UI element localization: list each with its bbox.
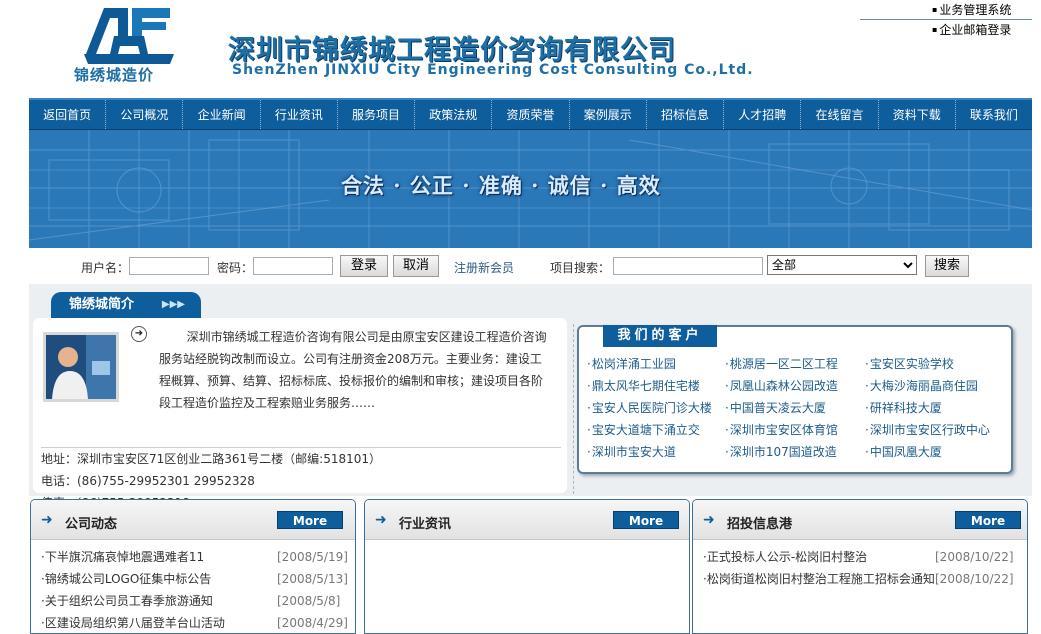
arrow-right-icon[interactable]: ➜ (131, 326, 147, 342)
client-item[interactable]: 松岗洋涌工业园 (587, 355, 676, 372)
main-nav: 返回首页 公司概况 企业新闻 行业资讯 服务项目 政策法规 资质荣誉 案例展示 … (29, 98, 1032, 130)
business-system-link[interactable]: 业务管理系统 (860, 0, 1032, 20)
banner: 合法 · 公正 · 准确 · 诚信 · 高效 (29, 130, 1032, 248)
email-login-link[interactable]: 企业邮箱登录 (860, 20, 1032, 40)
news-title[interactable]: 锦绣城公司LOGO征集中标公告 (41, 572, 211, 586)
password-input[interactable] (253, 257, 333, 275)
nav-downloads[interactable]: 资料下载 (879, 100, 956, 129)
arrow-right-icon: ➜ (703, 512, 715, 528)
arrow-right-icon: ➜ (375, 512, 387, 528)
client-item[interactable]: 深圳市宝安区体育馆 (725, 421, 838, 438)
news-date: [2008/5/8] (277, 594, 341, 608)
person-photo-icon (46, 335, 116, 399)
cancel-button[interactable]: 取消 (393, 255, 439, 277)
search-category-select[interactable]: 全部 (767, 255, 917, 275)
intro-section: 锦绣城简介 ▶▶▶ ➜ 深圳市锦绣城工程造价咨询有限公司是由原宝安区建设工程造价… (29, 284, 1032, 510)
tender-info-header: ➜ 招投信息港 More (693, 500, 1027, 540)
industry-news-title: 行业资讯 (399, 517, 452, 532)
company-news-box: ➜ 公司动态 More 下半旗沉痛哀悼地震遇难者11 [2008/5/19] 锦绣… (30, 499, 356, 634)
client-item[interactable]: 桃源居一区二区工程 (725, 355, 838, 372)
clients-divider (573, 324, 574, 494)
clients-box: 我们的客户 松岗洋涌工业园 桃源居一区二区工程 宝安区实验学校 鼎太风华七期住宅… (577, 325, 1013, 474)
client-item[interactable]: 鼎太风华七期住宅楼 (587, 377, 700, 394)
nav-honors[interactable]: 资质荣誉 (492, 100, 570, 129)
nav-services[interactable]: 服务项目 (338, 100, 416, 129)
phone-text: 电话：(86)755-29952301 29952328 (41, 474, 255, 488)
company-name-en: ShenZhen JINXIU City Engineering Cost Co… (232, 62, 754, 78)
nav-about[interactable]: 公司概况 (106, 100, 184, 129)
nav-tenders[interactable]: 招标信息 (647, 100, 725, 129)
nav-policies[interactable]: 政策法规 (415, 100, 493, 129)
list-item[interactable]: 松岗街道松岗旧村整治工程施工招标会通知[2008/10/22] (703, 568, 1017, 590)
username-label: 用户名： (81, 261, 130, 275)
register-link[interactable]: 注册新会员 (454, 259, 514, 276)
client-item[interactable]: 宝安人民医院门诊大楼 (587, 399, 712, 416)
client-item[interactable]: 大梅沙海丽晶商住园 (865, 377, 978, 394)
tender-info-list: 正式投标人公示-松岗旧村整治 [2008/10/22] 松岗街道松岗旧村整治工程施… (703, 546, 1017, 590)
login-search-bar: 用户名： 密码： 登录 取消 注册新会员 项目搜索： 全部 搜索 (29, 250, 1032, 282)
nav-home[interactable]: 返回首页 (29, 100, 107, 129)
nav-jobs[interactable]: 人才招聘 (724, 100, 802, 129)
client-item[interactable]: 中国凤凰大厦 (865, 443, 942, 460)
news-date: [2008/5/13] (277, 572, 348, 586)
company-news-list: 下半旗沉痛哀悼地震遇难者11 [2008/5/19] 锦绣城公司LOGO征集中标公… (41, 546, 348, 633)
nav-guestbook[interactable]: 在线留言 (801, 100, 879, 129)
intro-text: 深圳市锦绣城工程造价咨询有限公司是由原宝安区建设工程造价咨询服务站经脱钩改制而设… (159, 330, 547, 410)
tender-info-box: ➜ 招投信息港 More 正式投标人公示-松岗旧村整治 [2008/10/22] … (692, 499, 1028, 634)
news-date: [2008/4/29] (277, 616, 348, 630)
clients-title: 我们的客户 (603, 325, 717, 347)
search-button[interactable]: 搜索 (925, 255, 969, 277)
client-item[interactable]: 宝安区实验学校 (865, 355, 954, 372)
news-date: [2008/5/19] (277, 550, 348, 564)
header: 锦绣城造价 深圳市锦绣城工程造价咨询有限公司 ShenZhen JINXIU C… (0, 0, 1041, 98)
nav-industry-news[interactable]: 行业资讯 (261, 100, 338, 129)
client-item[interactable]: 中国普天凌云大厦 (725, 399, 826, 416)
nav-company-news[interactable]: 企业新闻 (183, 100, 261, 129)
search-label: 项目搜索： (550, 261, 611, 275)
project-search-input[interactable] (613, 257, 763, 275)
company-news-title: 公司动态 (65, 517, 118, 532)
nav-contact[interactable]: 联系我们 (956, 100, 1032, 129)
client-item[interactable]: 研祥科技大厦 (865, 399, 942, 416)
triple-arrow-icon: ▶▶▶ (161, 299, 185, 310)
intro-tab: 锦绣城简介 ▶▶▶ (51, 292, 201, 318)
news-title[interactable]: 区建设局组织第八届登羊台山活动 (41, 616, 225, 630)
intro-tab-title: 锦绣城简介 (69, 297, 135, 312)
list-item[interactable]: 下半旗沉痛哀悼地震遇难者11 [2008/5/19] (41, 546, 348, 568)
industry-news-header: ➜ 行业资讯 More (365, 500, 689, 540)
client-item[interactable]: 宝安大道塘下涌立交 (587, 421, 700, 438)
client-item[interactable]: 凤凰山森林公园改造 (725, 377, 838, 394)
company-news-more-button[interactable]: More (277, 511, 343, 529)
password-label: 密码： (217, 261, 254, 275)
client-item[interactable]: 深圳市107国道改造 (725, 443, 837, 460)
intro-box: ➜ 深圳市锦绣城工程造价咨询有限公司是由原宝安区建设工程造价咨询服务站经脱钩改制… (33, 318, 567, 510)
intro-photo (43, 332, 119, 402)
arrow-right-icon: ➜ (41, 512, 53, 528)
login-button[interactable]: 登录 (340, 255, 388, 277)
industry-news-more-button[interactable]: More (613, 511, 679, 529)
list-item[interactable]: 区建设局组织第八届登羊台山活动 [2008/4/29] (41, 612, 348, 633)
top-links: 业务管理系统 企业邮箱登录 (860, 0, 1032, 40)
tender-date: [2008/10/22] (935, 572, 1014, 586)
list-item[interactable]: 锦绣城公司LOGO征集中标公告 [2008/5/13] (41, 568, 348, 590)
news-title[interactable]: 关于组织公司员工春季旅游通知 (41, 594, 213, 608)
banner-slogan: 合法 · 公正 · 准确 · 诚信 · 高效 (341, 173, 661, 198)
tender-info-more-button[interactable]: More (955, 511, 1021, 529)
logo-text: 锦绣城造价 (74, 66, 155, 84)
industry-news-box: ➜ 行业资讯 More (364, 499, 690, 634)
tender-title[interactable]: 松岗街道松岗旧村整治工程施工招标会通知 (703, 572, 935, 586)
address-text: 地址：深圳市宝安区71区创业二路361号二楼（邮编:518101） (41, 452, 382, 466)
list-item[interactable]: 关于组织公司员工春季旅游通知 [2008/5/8] (41, 590, 345, 612)
list-item[interactable]: 正式投标人公示-松岗旧村整治 [2008/10/22] (703, 546, 1017, 568)
client-item[interactable]: 深圳市宝安大道 (587, 443, 676, 460)
client-item[interactable]: 深圳市宝安区行政中心 (865, 421, 990, 438)
nav-cases[interactable]: 案例展示 (570, 100, 647, 129)
news-title[interactable]: 下半旗沉痛哀悼地震遇难者11 (41, 550, 204, 564)
company-news-header: ➜ 公司动态 More (31, 500, 355, 540)
username-input[interactable] (129, 257, 209, 275)
tender-info-title: 招投信息港 (727, 517, 793, 532)
tender-title[interactable]: 正式投标人公示-松岗旧村整治 (703, 550, 867, 564)
tender-date: [2008/10/22] (935, 550, 1014, 564)
